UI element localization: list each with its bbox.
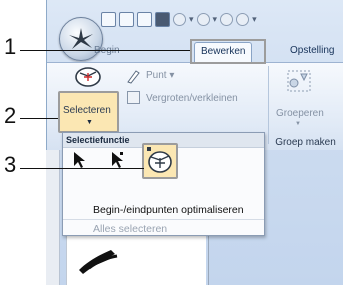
punt-label: Punt — [146, 70, 167, 81]
begin-eindpunten-item[interactable]: Begin-/eindpunten optimaliseren — [93, 204, 244, 216]
vergroten-button[interactable]: Vergroten/verkleinen — [146, 93, 238, 104]
select-tool-icon — [68, 66, 108, 88]
callout-line-3 — [20, 168, 144, 169]
resize-icon — [127, 91, 140, 104]
punt-button[interactable]: Punt ▾ — [146, 70, 174, 81]
quick-access-toolbar: ▾ ▾ ▾ — [101, 8, 257, 30]
open-folder-icon[interactable] — [119, 11, 134, 27]
pen-icon — [126, 68, 142, 84]
groep-maken-label: Groep maken — [275, 137, 336, 148]
tab-opstelling[interactable]: Opstelling — [284, 42, 340, 62]
selecteren-button[interactable]: Selecteren ▼ — [58, 91, 119, 133]
alles-selecteren-item[interactable]: Alles selecteren — [93, 223, 167, 235]
callout-number-3: 3 — [4, 152, 17, 177]
group-separator — [268, 66, 269, 144]
send-icon[interactable] — [173, 12, 186, 26]
transfer-icon[interactable] — [196, 12, 210, 26]
tab-begin[interactable]: Begin — [88, 42, 126, 62]
embroidery-pattern — [79, 250, 118, 274]
menu-divider — [63, 219, 264, 220]
callout-number-1: 1 — [4, 34, 17, 59]
lasso-select-button[interactable] — [142, 143, 178, 179]
new-file-icon[interactable] — [101, 11, 116, 27]
group-icon — [285, 68, 313, 94]
undo-icon[interactable] — [220, 12, 234, 26]
lasso-select-icon — [147, 147, 172, 173]
stitch-icon[interactable] — [155, 11, 170, 27]
redo-icon[interactable] — [236, 12, 250, 26]
callout-number-2: 2 — [4, 103, 17, 128]
design-canvas[interactable] — [66, 236, 206, 285]
callout-line-1 — [20, 50, 191, 51]
selecteren-label: Selecteren — [63, 105, 111, 116]
groeperen-chevron-icon: ▼ — [295, 121, 301, 127]
save-icon[interactable] — [137, 11, 152, 27]
chevron-down-icon: ▼ — [86, 119, 93, 126]
groeperen-button[interactable]: Groeperen — [276, 108, 324, 119]
callout-line-2 — [20, 118, 60, 119]
canvas-border — [208, 236, 209, 285]
vertical-ruler — [46, 150, 60, 285]
customize-qat-icon[interactable]: ▾ — [252, 12, 257, 27]
tab-highlight-frame — [190, 39, 266, 64]
